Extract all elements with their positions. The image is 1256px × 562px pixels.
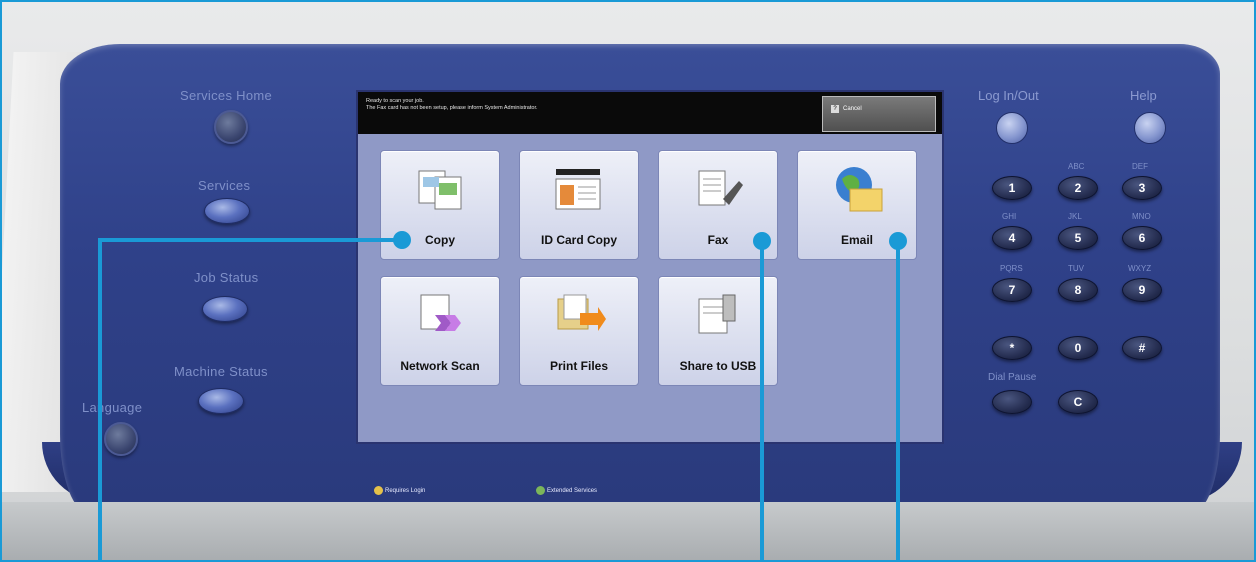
key-2-letters: ABC: [1068, 162, 1085, 171]
key-hash[interactable]: #: [1122, 336, 1162, 360]
services-label: Services: [198, 178, 251, 193]
control-panel-photo: Services Home Services Job Status Machin…: [0, 0, 1256, 562]
key-4-letters: GHI: [1002, 212, 1017, 221]
extended-services-note: Extended Services: [536, 486, 597, 495]
copy-callout-horizontal: [98, 238, 400, 242]
key-0[interactable]: 0: [1058, 336, 1098, 360]
dial-pause-button[interactable]: [992, 390, 1032, 414]
bottom-strip: [2, 502, 1254, 560]
log-in-out-label: Log In/Out: [978, 88, 1039, 103]
services-home-button[interactable]: [214, 110, 248, 144]
question-icon: ?: [831, 105, 839, 113]
key-6-letters: MNO: [1132, 212, 1151, 221]
key-1[interactable]: 1: [992, 176, 1032, 200]
cancel-button[interactable]: ? Cancel: [822, 96, 936, 132]
machine-status-label: Machine Status: [174, 364, 268, 379]
help-label: Help: [1130, 88, 1157, 103]
lock-icon: [374, 486, 383, 495]
key-5[interactable]: 5: [1058, 226, 1098, 250]
copy-callout-dot: [393, 231, 411, 249]
tile-print-files-label: Print Files: [549, 359, 608, 373]
network-scan-icon: [420, 294, 461, 331]
print-files-icon: [557, 294, 606, 331]
tile-id-card-copy-label: ID Card Copy: [540, 233, 617, 247]
language-label: Language: [82, 400, 143, 415]
tile-network-scan-label: Network Scan: [400, 359, 480, 373]
key-9[interactable]: 9: [1122, 278, 1162, 302]
machine-status-button[interactable]: [198, 388, 244, 414]
job-status-label: Job Status: [194, 270, 259, 285]
key-3[interactable]: 3: [1122, 176, 1162, 200]
cancel-label: Cancel: [843, 106, 862, 112]
id-card-copy-icon: [555, 169, 601, 210]
fax-icon: [698, 170, 743, 206]
key-6[interactable]: 6: [1122, 226, 1162, 250]
copy-callout-vertical: [98, 238, 102, 560]
key-5-letters: JKL: [1068, 212, 1082, 221]
services-button[interactable]: [204, 198, 250, 224]
tile-id-card-copy[interactable]: ID Card Copy: [519, 150, 639, 260]
key-8-letters: TUV: [1068, 264, 1084, 273]
fax-callout-vertical: [760, 240, 764, 560]
dial-pause-label: Dial Pause: [988, 372, 1037, 383]
extended-services-icon: [536, 486, 545, 495]
key-8[interactable]: 8: [1058, 278, 1098, 302]
key-star[interactable]: *: [992, 336, 1032, 360]
message-bar: Ready to scan your job. The Fax card has…: [358, 92, 942, 134]
key-4[interactable]: 4: [992, 226, 1032, 250]
key-7-letters: PQRS: [1000, 264, 1023, 273]
email-callout-dot: [889, 232, 907, 250]
services-home-label: Services Home: [180, 88, 273, 103]
email-callout-vertical: [896, 240, 900, 560]
key-9-letters: WXYZ: [1128, 264, 1152, 273]
status-message: Ready to scan your job. The Fax card has…: [366, 98, 538, 111]
tile-print-files[interactable]: Print Files: [519, 276, 639, 386]
fax-callout-dot: [753, 232, 771, 250]
language-button[interactable]: [104, 422, 138, 456]
clear-key[interactable]: C: [1058, 390, 1098, 414]
tile-network-scan[interactable]: Network Scan: [380, 276, 500, 386]
job-status-button[interactable]: [202, 296, 248, 322]
log-in-out-button[interactable]: [996, 112, 1028, 144]
touch-screen: Ready to scan your job. The Fax card has…: [356, 90, 944, 495]
key-2[interactable]: 2: [1058, 176, 1098, 200]
key-3-letters: DEF: [1132, 162, 1148, 171]
help-button[interactable]: [1134, 112, 1166, 144]
requires-login-note: Requires Login: [374, 486, 425, 495]
share-to-usb-icon: [698, 294, 736, 334]
key-7[interactable]: 7: [992, 278, 1032, 302]
email-icon: [836, 167, 883, 212]
copy-icon: [418, 170, 462, 210]
